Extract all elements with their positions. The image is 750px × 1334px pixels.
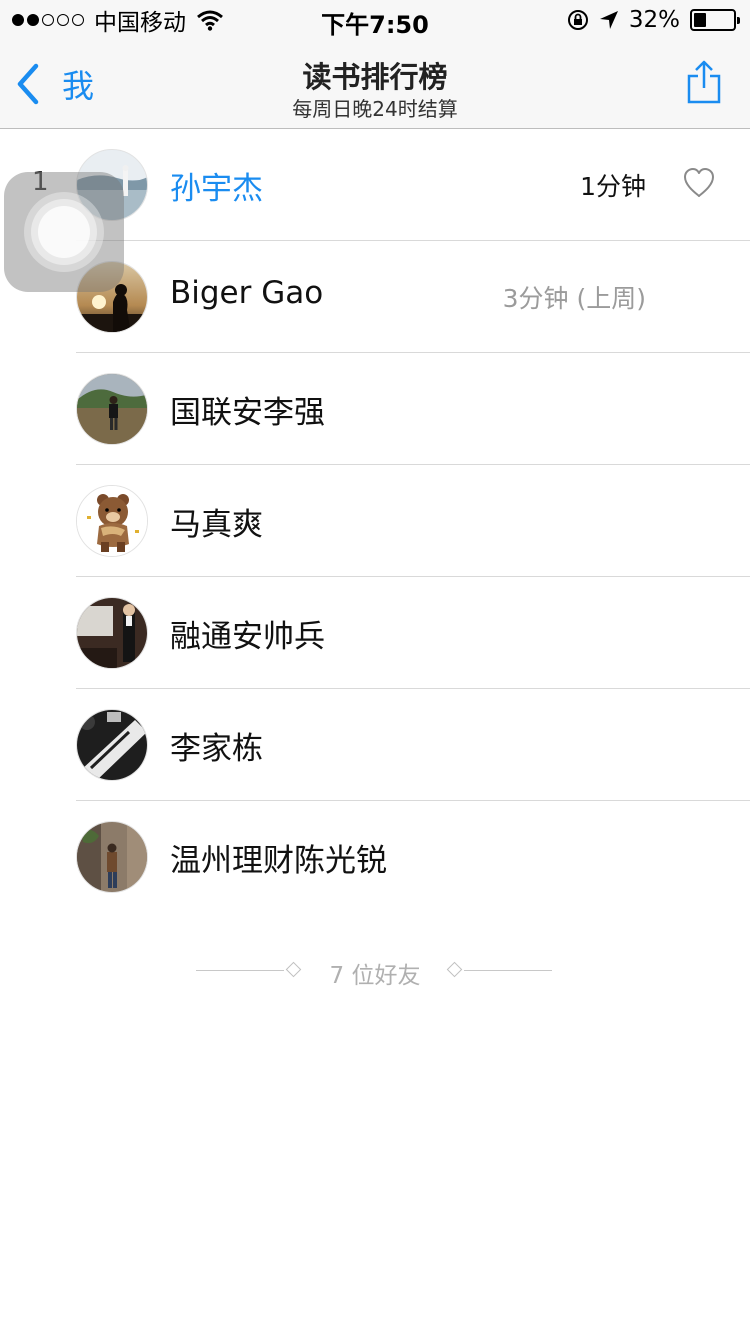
photo-speaker-avatar[interactable] <box>76 597 148 669</box>
ranking-row[interactable]: 马真爽 <box>0 465 750 577</box>
location-arrow-icon <box>599 11 618 29</box>
ranking-row[interactable]: 国联安李强 <box>0 353 750 465</box>
assistive-touch-button[interactable] <box>4 172 124 292</box>
reading-time: 1分钟 <box>580 172 646 201</box>
friend-name: 国联安李强 <box>170 395 325 431</box>
photo-field-avatar[interactable] <box>76 373 148 445</box>
orientation-lock-icon <box>567 10 588 30</box>
friend-name: 李家栋 <box>170 731 263 767</box>
friend-name: 温州理财陈光锐 <box>170 843 387 879</box>
heart-icon[interactable] <box>682 167 716 199</box>
friend-name: 马真爽 <box>170 507 263 543</box>
reading-time: 3分钟 (上周) <box>502 284 646 313</box>
page-subtitle: 每周日晚24时结算 <box>292 97 458 121</box>
share-icon[interactable] <box>686 60 722 104</box>
friends-count: 7 位好友 <box>329 963 421 989</box>
status-bar: 中国移动 下午7:50 32% <box>0 0 750 40</box>
status-right: 32% <box>567 6 740 34</box>
friend-name: Biger Gao <box>170 275 324 311</box>
ranking-row[interactable]: 李家栋 <box>0 689 750 801</box>
navigation-bar: 我 读书排行榜 每周日晚24时结算 <box>0 40 750 129</box>
page-title: 读书排行榜 <box>302 60 448 94</box>
ranking-row[interactable]: 融通安帅兵 <box>0 577 750 689</box>
battery-icon <box>690 9 740 31</box>
battery-percent: 32% <box>628 7 680 33</box>
friends-count-footer: 7 位好友 <box>0 954 750 989</box>
ranking-row[interactable]: 温州理财陈光锐 <box>0 801 750 913</box>
friend-name: 孙宇杰 <box>170 171 263 207</box>
friend-name: 融通安帅兵 <box>170 619 325 655</box>
battery-fill <box>694 13 707 27</box>
photo-mono-avatar[interactable] <box>76 709 148 781</box>
photo-alley-avatar[interactable] <box>76 821 148 893</box>
divider-line-right <box>464 970 552 971</box>
cartoon-bear-avatar[interactable] <box>76 485 148 557</box>
